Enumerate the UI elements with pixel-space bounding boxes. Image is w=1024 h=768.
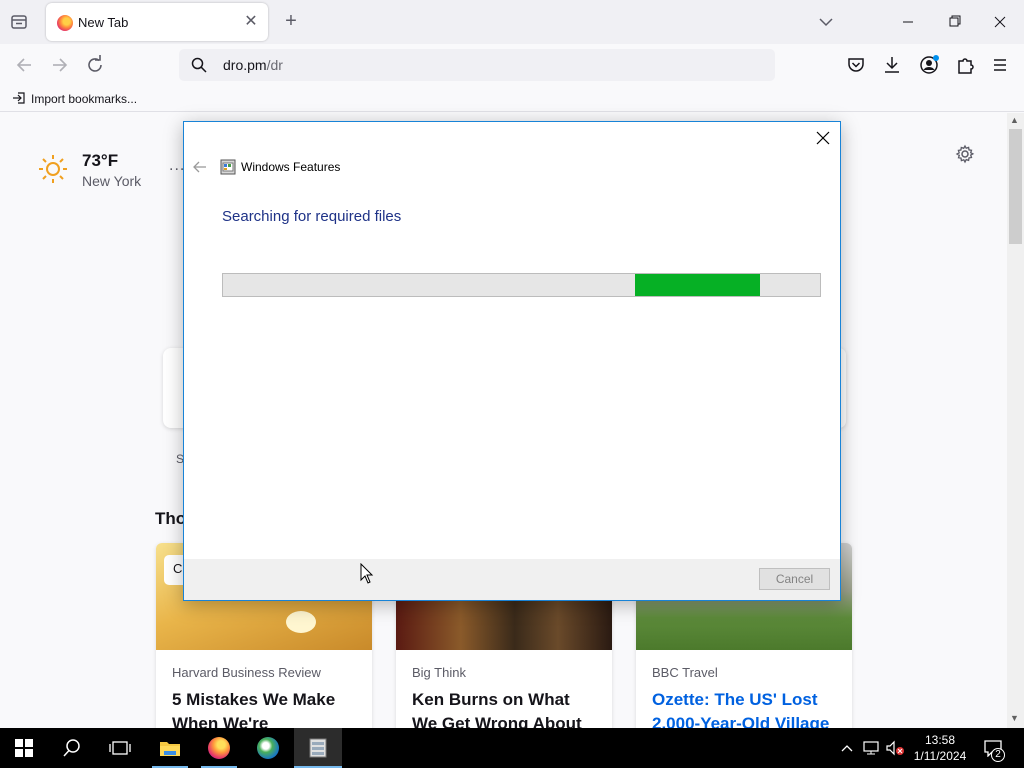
firefox-taskbar-icon[interactable] xyxy=(195,728,243,768)
url-path: /dr xyxy=(266,57,283,73)
close-tab-icon[interactable]: ✕ xyxy=(242,13,260,31)
clock-date: 1/11/2024 xyxy=(913,749,967,763)
back-arrow-icon[interactable] xyxy=(192,160,208,174)
story-image-highlight xyxy=(286,611,316,633)
volume-muted-icon[interactable] xyxy=(884,728,906,768)
navigation-toolbar: dro.pm/dr xyxy=(0,44,1024,86)
url-host: dro.pm xyxy=(223,57,267,73)
taskbar-search-icon[interactable] xyxy=(48,728,96,768)
downloads-icon[interactable] xyxy=(880,53,904,77)
windows-taskbar: 13:58 1/11/2024 2 xyxy=(0,728,1024,768)
dialog-close-button[interactable] xyxy=(812,127,834,149)
story-source: BBC Travel xyxy=(652,665,718,680)
address-bar[interactable]: dro.pm/dr xyxy=(179,49,775,81)
windows-features-taskbar-icon[interactable] xyxy=(294,728,342,768)
firefox-logo-icon xyxy=(208,737,230,759)
browser-tab-new-tab[interactable]: New Tab ✕ xyxy=(46,3,268,41)
extensions-icon[interactable] xyxy=(953,53,977,77)
task-view-icon[interactable] xyxy=(96,728,144,768)
clock-time: 13:58 xyxy=(924,733,956,747)
windows-features-dialog: Windows Features Searching for required … xyxy=(183,121,841,601)
import-bookmarks-button[interactable]: Import bookmarks... xyxy=(12,90,137,108)
forward-arrow-icon[interactable] xyxy=(47,53,73,77)
gear-icon[interactable] xyxy=(955,144,975,164)
system-clock[interactable]: 13:58 1/11/2024 xyxy=(910,732,970,764)
firefox-view-icon[interactable] xyxy=(8,11,30,33)
window-restore-button[interactable] xyxy=(932,8,976,36)
bookmarks-toolbar: Import bookmarks... xyxy=(0,86,1024,112)
mouse-pointer-icon xyxy=(360,562,374,585)
stories-section-title: Tho xyxy=(155,509,187,528)
weather-city: New York xyxy=(82,173,142,189)
window-close-button[interactable] xyxy=(978,8,1022,36)
notification-count-badge: 2 xyxy=(991,748,1005,762)
url-text[interactable]: dro.pm/dr xyxy=(223,57,283,73)
reload-icon[interactable] xyxy=(83,53,109,77)
window-minimize-button[interactable] xyxy=(886,8,930,36)
search-icon xyxy=(191,57,207,73)
firefox-favicon-icon xyxy=(57,15,73,31)
story-source: Big Think xyxy=(412,665,466,680)
story-headline: Ozette: The US' Lost 2,000-Year-Old Vill… xyxy=(652,690,830,728)
progress-bar xyxy=(222,273,821,297)
progress-bar-fill xyxy=(634,274,761,296)
windows-features-icon xyxy=(220,159,236,175)
weather-temperature: 73°F xyxy=(82,151,119,170)
windows-logo-icon xyxy=(15,739,33,757)
scroll-up-arrow-icon[interactable]: ▲ xyxy=(1010,115,1019,125)
scroll-down-arrow-icon[interactable]: ▼ xyxy=(1010,713,1019,723)
tab-bar: New Tab ✕ + xyxy=(0,0,1024,44)
back-arrow-icon[interactable] xyxy=(11,53,37,77)
import-bookmarks-label: Import bookmarks... xyxy=(31,92,138,106)
sun-icon xyxy=(38,154,68,184)
action-center-icon[interactable] xyxy=(978,728,1008,768)
new-tab-plus-icon[interactable]: + xyxy=(280,11,302,33)
story-source: Harvard Business Review xyxy=(172,665,321,680)
file-explorer-icon[interactable] xyxy=(146,728,194,768)
pocket-icon[interactable] xyxy=(844,53,868,77)
edge-taskbar-icon[interactable] xyxy=(244,728,292,768)
browser-globe-icon xyxy=(257,737,279,759)
hamburger-menu-icon[interactable] xyxy=(988,53,1012,77)
dialog-title: Windows Features xyxy=(241,160,341,174)
dialog-status-heading: Searching for required files xyxy=(222,208,402,225)
page-scrollbar[interactable]: ▲ ▼ xyxy=(1007,113,1024,728)
cancel-button[interactable]: Cancel xyxy=(759,568,830,590)
start-button[interactable] xyxy=(0,728,48,768)
dialog-footer: Cancel xyxy=(184,559,840,600)
scrollbar-thumb[interactable] xyxy=(1009,129,1022,244)
network-icon[interactable] xyxy=(860,728,882,768)
story-headline: 5 Mistakes We Make When We're xyxy=(172,690,336,728)
story-headline: Ken Burns on What We Get Wrong About xyxy=(412,690,582,728)
show-hidden-icons-chevron-icon[interactable] xyxy=(838,728,856,768)
weather-widget[interactable]: 73°F New York xyxy=(38,151,141,189)
list-all-tabs-chevron-icon[interactable] xyxy=(814,11,838,33)
account-icon[interactable] xyxy=(917,53,941,77)
import-icon xyxy=(12,91,26,108)
tab-title: New Tab xyxy=(78,15,129,30)
